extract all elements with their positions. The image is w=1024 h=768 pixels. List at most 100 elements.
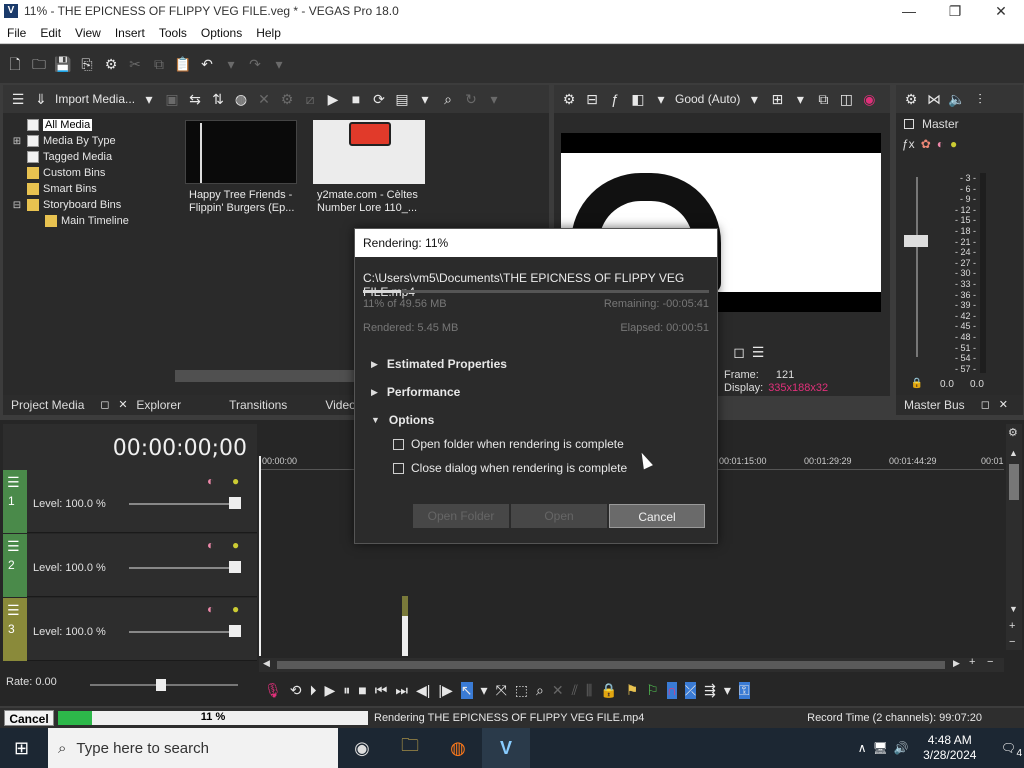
save-icon[interactable]: 💾 xyxy=(54,55,72,73)
search-icon[interactable]: ⌕ xyxy=(439,90,457,108)
zoom-out-horizontal-icon[interactable]: − xyxy=(987,656,993,668)
zoom-in-horizontal-icon[interactable]: + xyxy=(969,656,975,668)
cancel-button[interactable]: Cancel xyxy=(609,504,705,528)
zoom-in-vertical-icon[interactable]: + xyxy=(1009,620,1015,632)
tray-clock[interactable]: 4:48 AM 3/28/2024 xyxy=(915,733,985,763)
cut-icon[interactable]: ✂ xyxy=(126,55,144,73)
scroll-up-icon[interactable]: ▲ xyxy=(1009,448,1018,458)
lock-envelopes-icon[interactable]: ⚿ xyxy=(738,682,750,699)
get-photos-icon[interactable]: ⇅ xyxy=(209,90,227,108)
master-fx-icon[interactable]: ƒx xyxy=(902,137,915,151)
selection-tool-icon[interactable]: ⬚ xyxy=(515,682,528,699)
web-icon[interactable]: ◍ xyxy=(232,90,250,108)
collapse-minus-icon[interactable]: ⊟ xyxy=(11,200,23,211)
capture-icon[interactable]: ▣ xyxy=(163,90,181,108)
media-thumbnail-2[interactable] xyxy=(313,120,425,184)
checkbox-box[interactable] xyxy=(393,438,404,450)
split-tool-icon[interactable]: ⫼ xyxy=(586,682,592,699)
tab-transitions[interactable]: Transitions xyxy=(189,398,295,412)
master-fader-knob[interactable] xyxy=(904,235,928,247)
close-dialog-checkbox[interactable]: Close dialog when rendering is complete xyxy=(393,461,627,475)
track-level-knob[interactable] xyxy=(229,561,241,573)
video-track-1[interactable]: ☰ 1 ◐ ● Level: 100.0 % xyxy=(3,470,257,533)
track-level-knob[interactable] xyxy=(229,497,241,509)
transport-stop-icon[interactable]: ■ xyxy=(358,682,366,699)
close-button[interactable]: ✕ xyxy=(978,3,1024,20)
volume-icon[interactable]: 🔊 xyxy=(894,741,909,755)
scroll-right-icon[interactable]: ▶ xyxy=(953,658,960,669)
master-settings-icon[interactable]: ⚙ xyxy=(902,90,920,108)
timeline-horizontal-scrollbar[interactable]: ◀ ▶ + − xyxy=(259,656,1004,672)
master-checkbox[interactable] xyxy=(904,119,914,129)
video-track-2[interactable]: ☰ 2 ◐ ● Level: 100.0 % xyxy=(3,534,257,597)
loop-icon[interactable]: ⟲ xyxy=(290,682,302,699)
import-media-icon[interactable]: ⇓ xyxy=(32,90,50,108)
rate-slider-knob[interactable] xyxy=(156,679,166,691)
timeline-clip[interactable] xyxy=(402,596,408,656)
pause-icon[interactable]: ⏸ xyxy=(343,682,350,699)
video-track-3[interactable]: ☰ 3 ◐ ● Level: 100.0 % xyxy=(3,598,257,661)
scroll-left-icon[interactable]: ◀ xyxy=(263,658,270,669)
previous-frame-icon[interactable]: ◀| xyxy=(416,682,430,699)
firefox-icon[interactable]: ◍ xyxy=(434,728,482,768)
checkbox-box[interactable] xyxy=(393,462,404,474)
chrome-icon[interactable]: ◉ xyxy=(338,728,386,768)
views-icon[interactable]: ▤ xyxy=(393,90,411,108)
windows-start-icon[interactable]: ⊞ xyxy=(14,738,29,759)
menu-options[interactable]: Options xyxy=(194,26,249,40)
preview-quality-select[interactable]: Good (Auto) xyxy=(675,92,740,106)
track-mute-icon[interactable]: ◐ xyxy=(207,474,214,488)
open-folder-button[interactable]: Open Folder xyxy=(413,504,509,528)
track-level-slider[interactable] xyxy=(129,631,237,633)
stop-icon[interactable]: ■ xyxy=(347,90,365,108)
tree-item-media-by-type[interactable]: ⊞ Media By Type xyxy=(11,133,171,149)
playhead-cursor[interactable] xyxy=(259,456,261,656)
track-menu-icon[interactable]: ☰ xyxy=(7,538,20,555)
preview-settings-icon[interactable]: ⚙ xyxy=(560,90,578,108)
timeline-vertical-scrollbar[interactable]: ⚙ ▲ ▼ + − xyxy=(1006,424,1022,650)
status-cancel-button[interactable]: Cancel xyxy=(4,710,54,726)
go-to-end-icon[interactable]: ⏭ xyxy=(395,682,408,699)
quality-dropdown-icon[interactable]: ▾ xyxy=(745,90,763,108)
redo-icon[interactable]: ↷ xyxy=(246,55,264,73)
menu-edit[interactable]: Edit xyxy=(33,26,68,40)
track-mute-icon[interactable]: ◐ xyxy=(207,602,214,616)
redo-dropdown-icon[interactable]: ▾ xyxy=(270,55,288,73)
tree-item-smart-bins[interactable]: Smart Bins xyxy=(11,181,171,197)
views-dropdown-icon[interactable]: ▾ xyxy=(416,90,434,108)
save-snapshot-icon[interactable]: ◫ xyxy=(837,90,855,108)
tree-item-custom-bins[interactable]: Custom Bins xyxy=(11,165,171,181)
menu-insert[interactable]: Insert xyxy=(108,26,152,40)
import-media-button[interactable]: Import Media... xyxy=(55,92,135,106)
properties-icon[interactable]: ⚙ xyxy=(278,90,296,108)
vegas-taskbar-icon[interactable]: V xyxy=(482,728,530,768)
media-thumbnail-1[interactable] xyxy=(185,120,297,184)
tab-maximize-icon[interactable]: ◻ xyxy=(92,396,110,414)
network-icon[interactable]: 🖥 xyxy=(873,741,888,755)
play-icon[interactable]: ▶ xyxy=(324,90,342,108)
copy-snapshot-icon[interactable]: ⧉ xyxy=(814,90,832,108)
go-to-start-icon[interactable]: ⏮ xyxy=(375,682,388,699)
track-menu-icon[interactable]: ☰ xyxy=(7,474,20,491)
media-menu-icon[interactable]: ☰ xyxy=(9,90,27,108)
timeline-options-icon[interactable]: ⚙ xyxy=(1008,426,1018,439)
record-icon[interactable]: ◉ xyxy=(860,90,878,108)
paste-icon[interactable]: 📋 xyxy=(174,55,192,73)
open-folder-icon[interactable]: 🗀 xyxy=(30,55,48,73)
section-estimated-properties[interactable]: ▶ Estimated Properties xyxy=(371,357,507,371)
scroll-down-icon[interactable]: ▼ xyxy=(1009,604,1018,614)
tray-chevron-icon[interactable]: ∧ xyxy=(858,741,867,755)
open-button[interactable]: Open xyxy=(511,504,607,528)
track-mute-icon[interactable]: ◐ xyxy=(207,538,214,552)
master-mixer-icon[interactable]: ⫶ xyxy=(971,90,989,108)
section-options[interactable]: ▼ Options xyxy=(371,413,434,427)
track-solo-icon[interactable]: ● xyxy=(232,538,239,552)
overlays-icon[interactable]: ⊞ xyxy=(768,90,786,108)
track-solo-icon[interactable]: ● xyxy=(232,474,239,488)
preview-menu-icon[interactable]: ☰ xyxy=(749,343,767,361)
refresh-icon[interactable]: ↻ xyxy=(462,90,480,108)
scroll-thumb[interactable] xyxy=(1009,464,1019,500)
split-dropdown-icon[interactable]: ▾ xyxy=(652,90,670,108)
expand-plus-icon[interactable]: ⊞ xyxy=(11,136,23,147)
minimize-button[interactable]: — xyxy=(886,3,932,19)
